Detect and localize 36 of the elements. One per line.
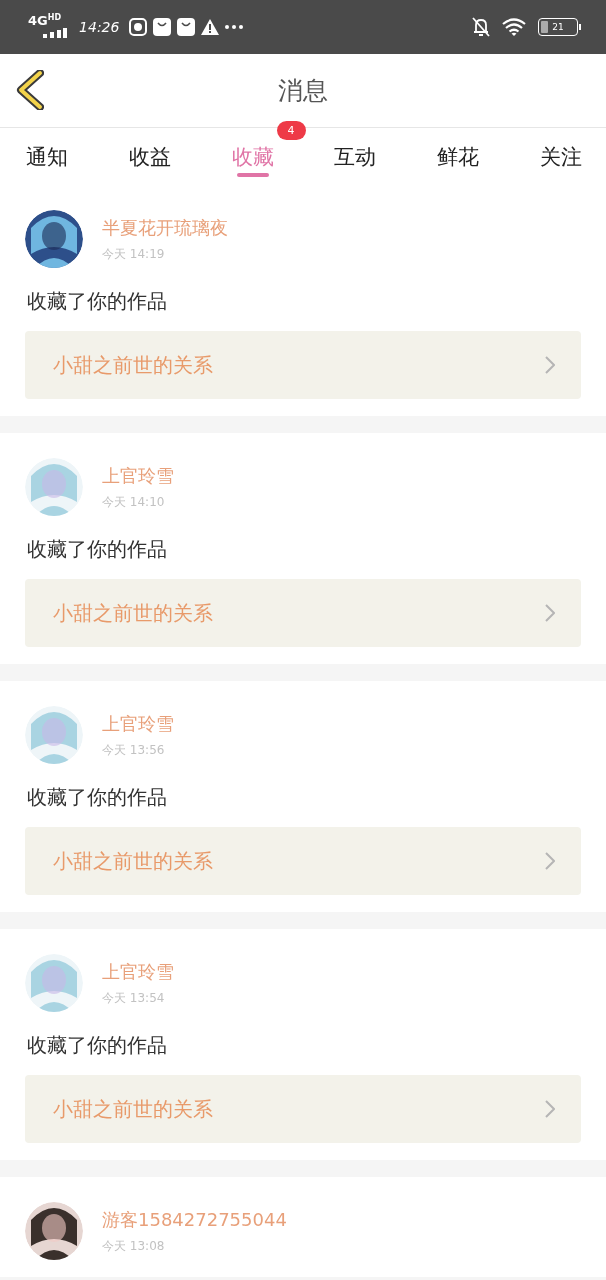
wifi-icon [502, 18, 526, 36]
tab[interactable]: 互动 [330, 128, 381, 185]
timestamp: 今天 14:10 [102, 493, 166, 511]
message-text: 收藏了你的作品 [27, 288, 168, 315]
message-text: 收藏了你的作品 [27, 536, 168, 563]
battery-icon: 21 [538, 18, 578, 36]
more-icon [225, 25, 244, 29]
bell-off-icon [472, 17, 490, 37]
clock-time: 14:26 [79, 19, 120, 35]
tab[interactable]: 关注 [536, 128, 586, 185]
message-text: 收藏了你的作品 [27, 1032, 168, 1059]
user-name: 上官玲雪 [102, 463, 174, 488]
back-icon[interactable] [16, 70, 44, 110]
tab[interactable]: 鲜花 [433, 128, 484, 185]
chevron-icon [545, 852, 555, 870]
timestamp: 今天 14:19 [102, 245, 166, 263]
tab[interactable]: 收益 [124, 128, 175, 185]
message-text: 收藏了你的作品 [27, 784, 168, 811]
chevron-icon [545, 1100, 555, 1118]
signal-icon [43, 28, 68, 38]
warning-icon [201, 19, 220, 35]
user-name: 上官玲雪 [102, 711, 174, 736]
chevron-icon [545, 356, 555, 374]
count-badge: 4 [276, 121, 306, 140]
user-name: 半夏花开琉璃夜 [102, 215, 228, 240]
timestamp: 今天 13:08 [102, 1237, 166, 1255]
network-label: 4G$^{HD}$ [28, 13, 62, 29]
user-name: 游客1584272755044 [102, 1207, 287, 1232]
user-name: 上官玲雪 [102, 959, 174, 984]
tab[interactable]: 通知 [22, 128, 72, 185]
bag-icon [153, 18, 172, 36]
page-title: 消息 [278, 75, 328, 107]
timestamp: 今天 13:54 [102, 989, 166, 1007]
chevron-icon [545, 604, 555, 622]
timestamp: 今天 13:56 [102, 741, 166, 759]
bag-icon [177, 18, 196, 36]
